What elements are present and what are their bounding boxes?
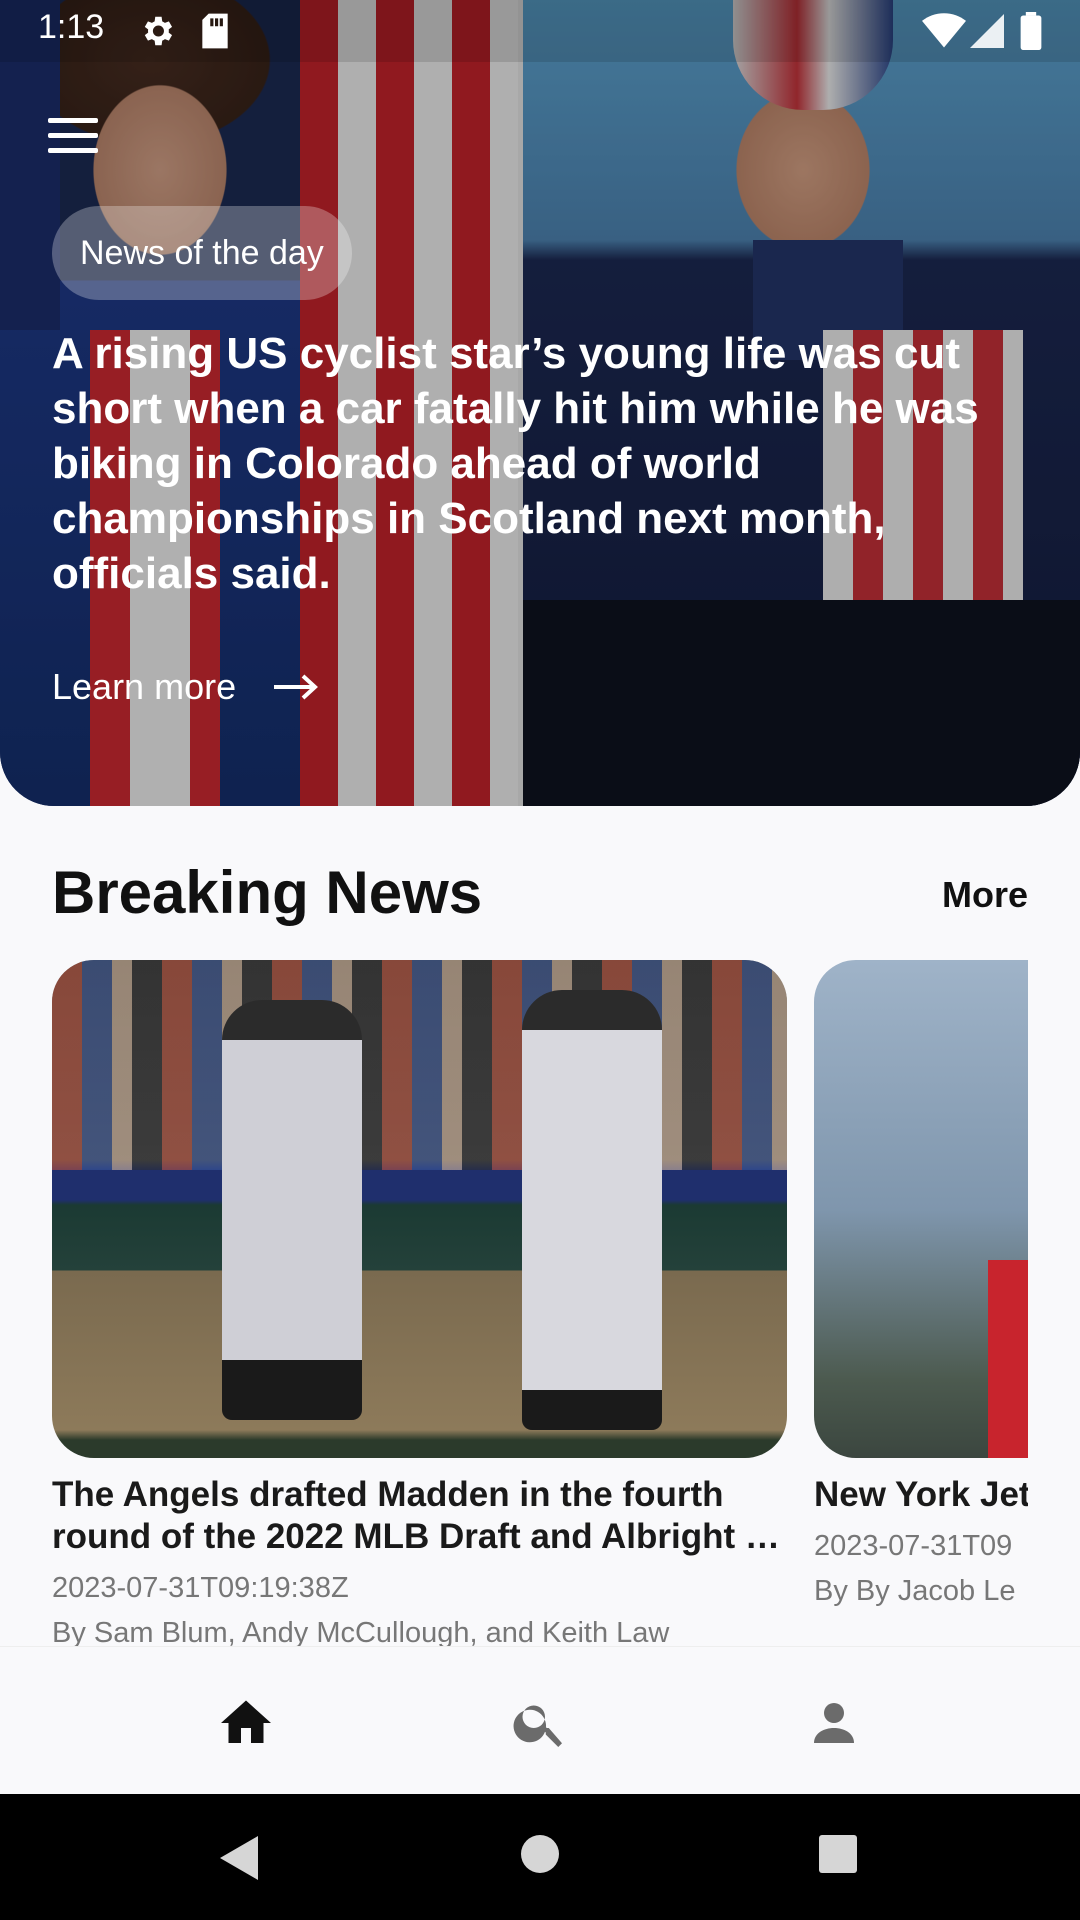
- news-card-title-text: New York Jets has described: [814, 1475, 1028, 1514]
- status-time: 1:13: [38, 8, 105, 46]
- arrow-right-icon: [274, 674, 319, 700]
- news-card-title: The Angels drafted Madden in the fourth …: [52, 1475, 776, 1556]
- settings-icon: [144, 16, 173, 46]
- bottom-navigation: [0, 1646, 1080, 1795]
- news-card-date: 2023-07-31T09:19:38Z: [52, 1572, 349, 1604]
- menu-icon[interactable]: [48, 118, 98, 156]
- search-icon[interactable]: [510, 1693, 570, 1753]
- hero-banner[interactable]: 1:13 News of the day A rising US cyclist…: [0, 0, 1080, 806]
- recents-icon[interactable]: [818, 1834, 858, 1874]
- back-icon[interactable]: [218, 1834, 260, 1882]
- learn-more-label: Learn more: [52, 666, 237, 707]
- crowd: [52, 960, 787, 1170]
- profile-icon[interactable]: [804, 1693, 864, 1753]
- jersey: [988, 1260, 1028, 1458]
- news-card-image: [814, 960, 1028, 1458]
- status-bar: 1:13: [0, 0, 1080, 62]
- battery-icon: [1020, 12, 1042, 50]
- news-card[interactable]: The Angels drafted Madden in the fourth …: [52, 960, 787, 1650]
- more-link[interactable]: More: [942, 874, 1028, 916]
- home-button-icon[interactable]: [520, 1834, 560, 1874]
- news-card-title: New York Jets has described: [814, 1474, 1028, 1516]
- news-card-date: 2023-07-31T09: [814, 1530, 1013, 1562]
- signal-icon: [970, 14, 1004, 48]
- player: [222, 1000, 362, 1420]
- breaking-news-title: Breaking News: [52, 859, 483, 926]
- hero-headline[interactable]: A rising US cyclist star’s young life wa…: [52, 326, 1012, 601]
- sd-card-icon: [202, 13, 228, 49]
- system-navigation-bar: [0, 1794, 1080, 1920]
- news-card-author: By By Jacob Le: [814, 1575, 1016, 1607]
- wifi-icon: [922, 13, 966, 48]
- player: [522, 990, 662, 1430]
- news-of-the-day-chip: News of the day: [52, 206, 352, 300]
- home-icon[interactable]: [216, 1693, 276, 1753]
- news-card-image: [52, 960, 787, 1458]
- learn-more-link[interactable]: Learn more: [52, 666, 320, 708]
- news-card[interactable]: New York Jets has described 2023-07-31T0…: [814, 960, 1028, 1608]
